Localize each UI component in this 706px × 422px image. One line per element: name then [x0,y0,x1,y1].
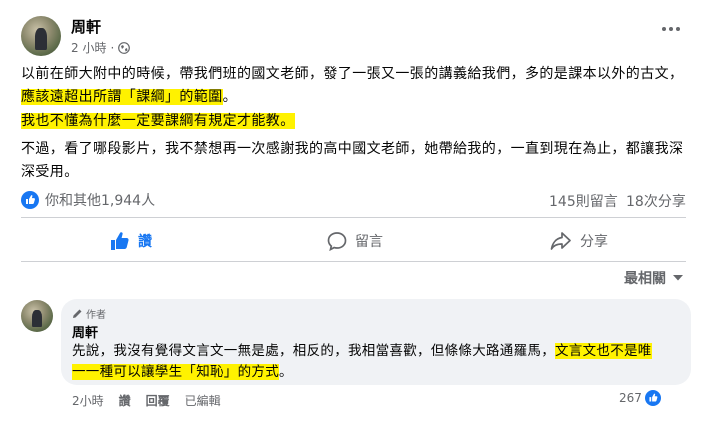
comment-text-end: 。 [279,364,293,380]
like-reaction-icon [21,191,39,209]
thumbs-up-icon [111,232,129,250]
author-badge: 作者 [72,306,106,321]
para1-end: 。 [222,89,238,105]
like-reaction-icon [644,390,661,406]
reaction-count[interactable]: 你和其他1,944人 [45,190,155,210]
para1-text: 以前在師大附中的時候，帶我們班的國文老師，發了一張又一張的講義給我們，多的是課本… [21,66,684,82]
share-arrow-icon [550,232,571,250]
comment-reply-button[interactable]: 回覆 [146,392,170,409]
pencil-icon [73,309,82,318]
comment-label: 留言 [355,234,383,250]
para2-highlight: 我也不懂為什麼一定要課綱有規定才能教。 [21,113,295,129]
post-author-name[interactable]: 周軒 [71,16,101,37]
author-badge-label: 作者 [86,310,106,321]
sort-label: 最相關 [624,271,666,287]
para3-text: 不過，看了哪段影片，我不禁想再一次感謝我的高中國文老師，她帶給我的，一直到現在為… [21,141,684,180]
comment-like-button[interactable]: 讚 [119,392,131,409]
globe-icon [118,41,131,54]
post-author-avatar[interactable] [21,16,61,56]
post-paragraph-3: 不過，看了哪段影片，我不禁想再一次感謝我的高中國文老師，她帶給我的，一直到現在為… [21,138,686,184]
comment-button[interactable]: 留言 [327,231,383,251]
comment-text-plain: 先說，我沒有覺得文言文一無是處，相反的，我相當喜歡，但條條大路通羅馬， [72,343,555,359]
ellipsis-icon[interactable] [662,24,686,34]
comment-like-count: 267 [619,391,642,405]
comment-time[interactable]: 2小時 [72,392,104,409]
share-label: 分享 [580,234,608,250]
like-label: 讚 [138,234,152,250]
comment-edited-label[interactable]: 已編輯 [185,392,221,409]
post-paragraph-1: 以前在師大附中的時候，帶我們班的國文老師，發了一張又一張的講義給我們，多的是課本… [21,63,686,109]
divider-bottom [21,261,686,262]
share-count[interactable]: 18次分享 [626,191,686,211]
comment-reaction-count[interactable]: 267 [619,390,661,406]
comment-count[interactable]: 145則留言 [549,191,618,211]
speech-bubble-icon [327,232,347,251]
divider-top [21,217,686,218]
comment-footer: 2小時 讚 回覆 已編輯 [72,392,221,409]
comment-sort-dropdown[interactable]: 最相關 [624,268,684,288]
para1-highlight: 應該遠超出所謂「課綱」的範圍 [21,89,223,105]
comment-author-avatar[interactable] [21,300,53,332]
share-button[interactable]: 分享 [550,231,608,251]
meta-separator: · [110,40,115,55]
reaction-summary[interactable]: 你和其他1,944人 [21,190,155,210]
comment-text: 先說，我沒有覺得文言文一無是處，相反的，我相當喜歡，但條條大路通羅馬，文言文也不… [72,341,662,383]
post-meta: 2 小時 · [71,39,131,56]
comment-author-name[interactable]: 周軒 [72,322,98,341]
post-paragraph-2: 我也不懂為什麼一定要課綱有規定才能教。 [21,110,686,133]
like-button[interactable]: 讚 [110,231,152,251]
caret-down-icon [673,275,683,281]
post-time[interactable]: 2 小時 [71,39,106,56]
